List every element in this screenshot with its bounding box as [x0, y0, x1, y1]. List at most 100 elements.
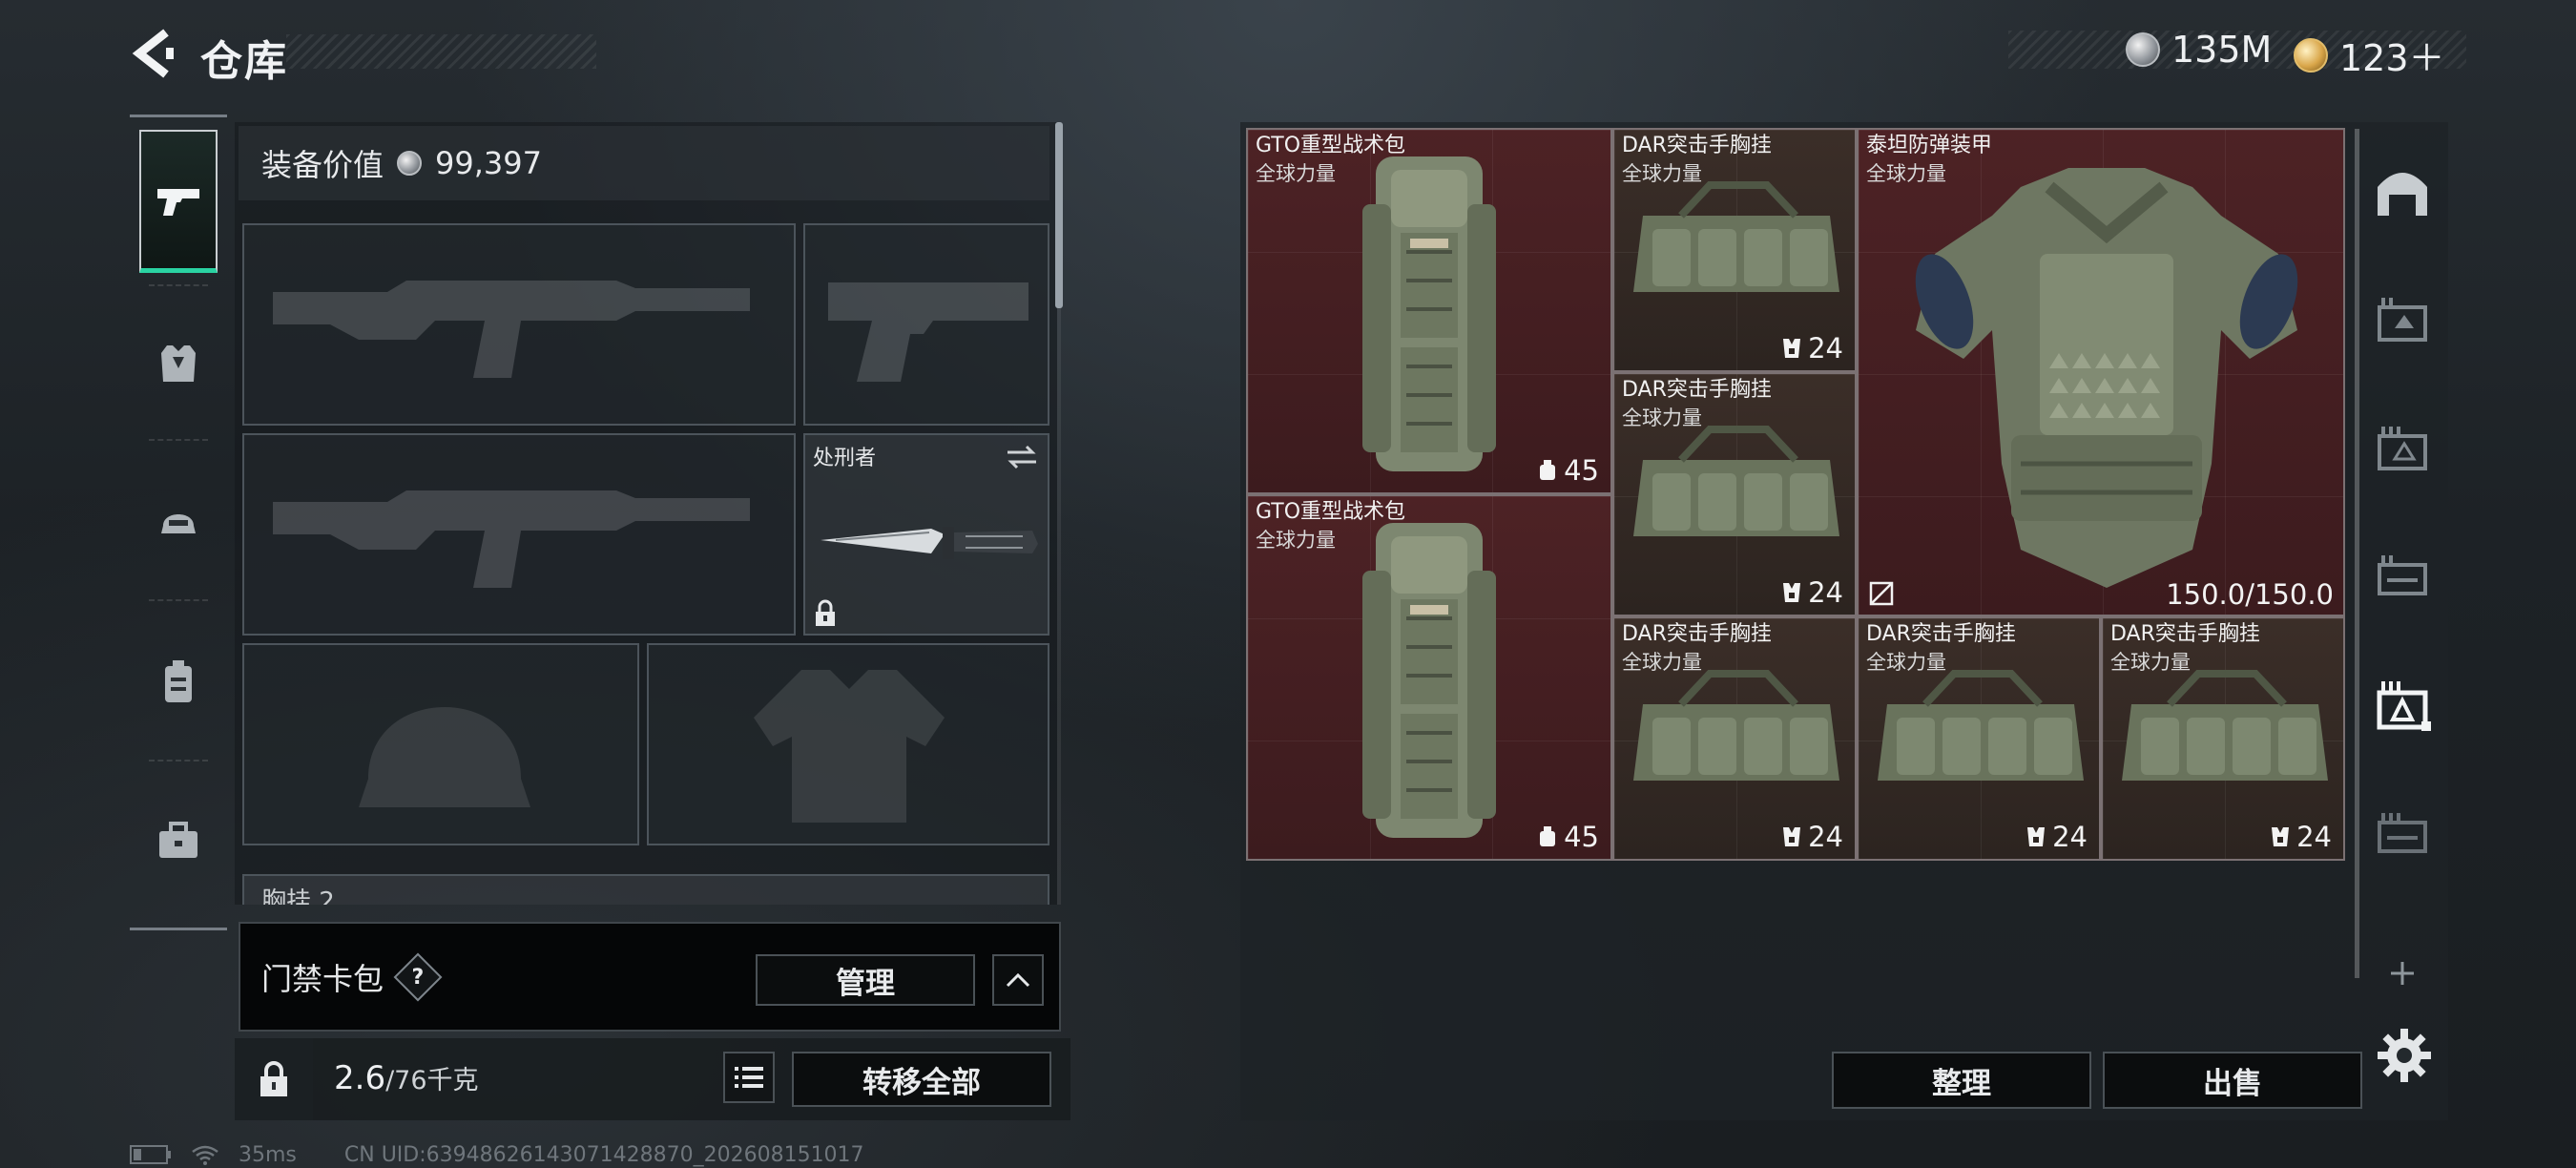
- battery-icon: [130, 1145, 171, 1164]
- item-faction: 全球力量: [1866, 651, 1946, 674]
- body-armor-slot[interactable]: [647, 643, 1049, 845]
- item-name: GTO重型战术包: [1256, 500, 1406, 524]
- backpack-icon: [165, 660, 192, 702]
- swap-icon[interactable]: [1006, 445, 1038, 469]
- stash-item-backpack[interactable]: GTO重型战术包 全球力量 45: [1246, 494, 1612, 861]
- equipment-scrollbar[interactable]: [1055, 122, 1063, 308]
- lock-icon: [260, 1061, 287, 1096]
- primary-weapon-slot[interactable]: [242, 223, 796, 426]
- rail-item-armor[interactable]: [139, 292, 218, 435]
- collapse-button[interactable]: [992, 954, 1044, 1006]
- rifle-silhouette-icon: [273, 490, 750, 588]
- rail-separator: [149, 439, 208, 441]
- help-icon[interactable]: ?: [393, 952, 443, 1001]
- rig-capacity-icon: [1783, 339, 1801, 358]
- item-capacity: 45: [1537, 454, 1599, 487]
- helmet-slot[interactable]: [242, 643, 639, 845]
- melee-slot-label: 处刑者: [813, 447, 877, 470]
- title-stripe: [286, 34, 596, 69]
- lock-icon: [816, 599, 835, 626]
- rail-bottom-line: [130, 928, 227, 930]
- pistol-icon: [157, 188, 199, 216]
- stash-panel: GTO重型战术包 全球力量 45 DAR突击手胸挂 全球力量 24 泰坦防弹装甲…: [1240, 122, 2448, 1120]
- stash-scrollbar[interactable]: [2355, 129, 2359, 978]
- chest-rig-section-header[interactable]: 胸挂 2: [242, 874, 1049, 905]
- weight-current: 2.6: [334, 1059, 386, 1097]
- rail-item-backpack[interactable]: [139, 611, 218, 754]
- list-view-button[interactable]: [723, 1052, 775, 1103]
- rig-capacity-icon: [2027, 827, 2046, 846]
- stash-page-1[interactable]: [2364, 272, 2441, 367]
- item-faction: 全球力量: [1256, 529, 1336, 552]
- item-name: DAR突击手胸挂: [1866, 622, 2016, 646]
- sell-button[interactable]: 出售: [2103, 1052, 2362, 1109]
- chest-rig-section-label: 胸挂 2: [261, 887, 335, 905]
- currency-silver[interactable]: 135M: [2126, 29, 2272, 71]
- stash-page-icon: [2378, 298, 2427, 342]
- backpack-capacity-icon: [1540, 826, 1556, 846]
- weight-max: /76千克: [385, 1066, 479, 1095]
- lock-toggle[interactable]: [235, 1038, 313, 1120]
- stash-item-chest-rig[interactable]: DAR突击手胸挂 全球力量 24: [1612, 128, 1857, 372]
- stash-page-home[interactable]: [2364, 143, 2441, 239]
- sort-button[interactable]: 整理: [1832, 1052, 2091, 1109]
- stash-item-chest-rig[interactable]: DAR突击手胸挂 全球力量 24: [1612, 372, 1857, 616]
- sidearm-slot[interactable]: [803, 223, 1049, 426]
- item-capacity-value: 24: [2052, 821, 2088, 853]
- stash-page-icon: [2378, 427, 2427, 470]
- rail-item-weapons[interactable]: [139, 130, 218, 273]
- silver-coin-icon: [397, 151, 423, 176]
- back-arrow-icon[interactable]: [128, 27, 181, 80]
- silver-coin-icon: [2126, 32, 2160, 67]
- keycard-wallet-label: 门禁卡包: [261, 960, 384, 997]
- stash-item-body-armor[interactable]: 泰坦防弹装甲 全球力量 150.0/150.0: [1857, 128, 2345, 616]
- secondary-weapon-slot[interactable]: [242, 433, 796, 636]
- chest-rig-item-icon: [1633, 670, 1839, 781]
- melee-slot[interactable]: 处刑者: [803, 433, 1049, 636]
- briefcase-icon: [159, 822, 197, 858]
- stash-page-2[interactable]: [2364, 401, 2441, 496]
- stash-item-backpack[interactable]: GTO重型战术包 全球力量 45: [1246, 128, 1612, 494]
- rig-capacity-icon: [1783, 583, 1801, 602]
- stash-item-chest-rig[interactable]: DAR突击手胸挂 全球力量 24: [1857, 616, 2101, 861]
- stash-item-chest-rig[interactable]: DAR突击手胸挂 全球力量 24: [2101, 616, 2345, 861]
- rig-capacity-icon: [2272, 827, 2290, 846]
- item-faction: 全球力量: [1256, 162, 1336, 185]
- manage-button[interactable]: 管理: [756, 954, 975, 1006]
- equipment-value-row: 装备价值 99,397: [239, 126, 1049, 200]
- item-faction: 全球力量: [1622, 407, 1702, 429]
- transfer-all-button[interactable]: 转移全部: [792, 1052, 1051, 1107]
- stash-item-chest-rig[interactable]: DAR突击手胸挂 全球力量 24: [1612, 616, 1857, 861]
- settings-gear-icon[interactable]: [2376, 1027, 2433, 1084]
- uid-readout: CN UID:63948626143071428870_202608151017: [343, 1142, 864, 1167]
- item-name: GTO重型战术包: [1256, 134, 1406, 157]
- stash-page-4-active[interactable]: [2364, 658, 2441, 754]
- stash-page-3[interactable]: [2364, 530, 2441, 625]
- rail-separator: [149, 284, 208, 286]
- item-capacity-value: 24: [1808, 332, 1843, 365]
- equipment-value-amount: 99,397: [435, 145, 542, 181]
- rig-capacity-icon: [1783, 827, 1801, 846]
- currency-gold[interactable]: 123＋: [2294, 29, 2445, 81]
- chest-rig-item-icon: [1633, 181, 1839, 292]
- help-icon-glyph: ?: [411, 964, 425, 989]
- stash-page-5[interactable]: [2364, 787, 2441, 883]
- item-name: DAR突击手胸挂: [1622, 622, 1772, 646]
- chevron-up-icon: [1006, 972, 1030, 988]
- inventory-bottom-bar: 2.6/76千克 转移全部: [235, 1038, 1070, 1120]
- item-capacity: 24: [2025, 821, 2088, 853]
- body-armor-item-icon: [1915, 168, 2298, 588]
- rail-item-helmet[interactable]: [139, 448, 218, 592]
- add-stash-page-button[interactable]: [2364, 926, 2441, 1021]
- item-capacity-value: 24: [2296, 821, 2332, 853]
- plus-icon: [2391, 962, 2414, 985]
- currency-silver-amount: 135M: [2171, 29, 2273, 71]
- list-icon: [735, 1067, 763, 1088]
- item-capacity: 24: [1781, 576, 1843, 609]
- knife-icon: [821, 527, 1038, 559]
- rail-separator: [149, 760, 208, 761]
- no-repair-icon: [1869, 581, 1894, 606]
- keycard-wallet-bar: 门禁卡包 ? 管理: [239, 922, 1061, 1032]
- rail-separator: [149, 599, 208, 601]
- rail-item-case[interactable]: [139, 769, 218, 912]
